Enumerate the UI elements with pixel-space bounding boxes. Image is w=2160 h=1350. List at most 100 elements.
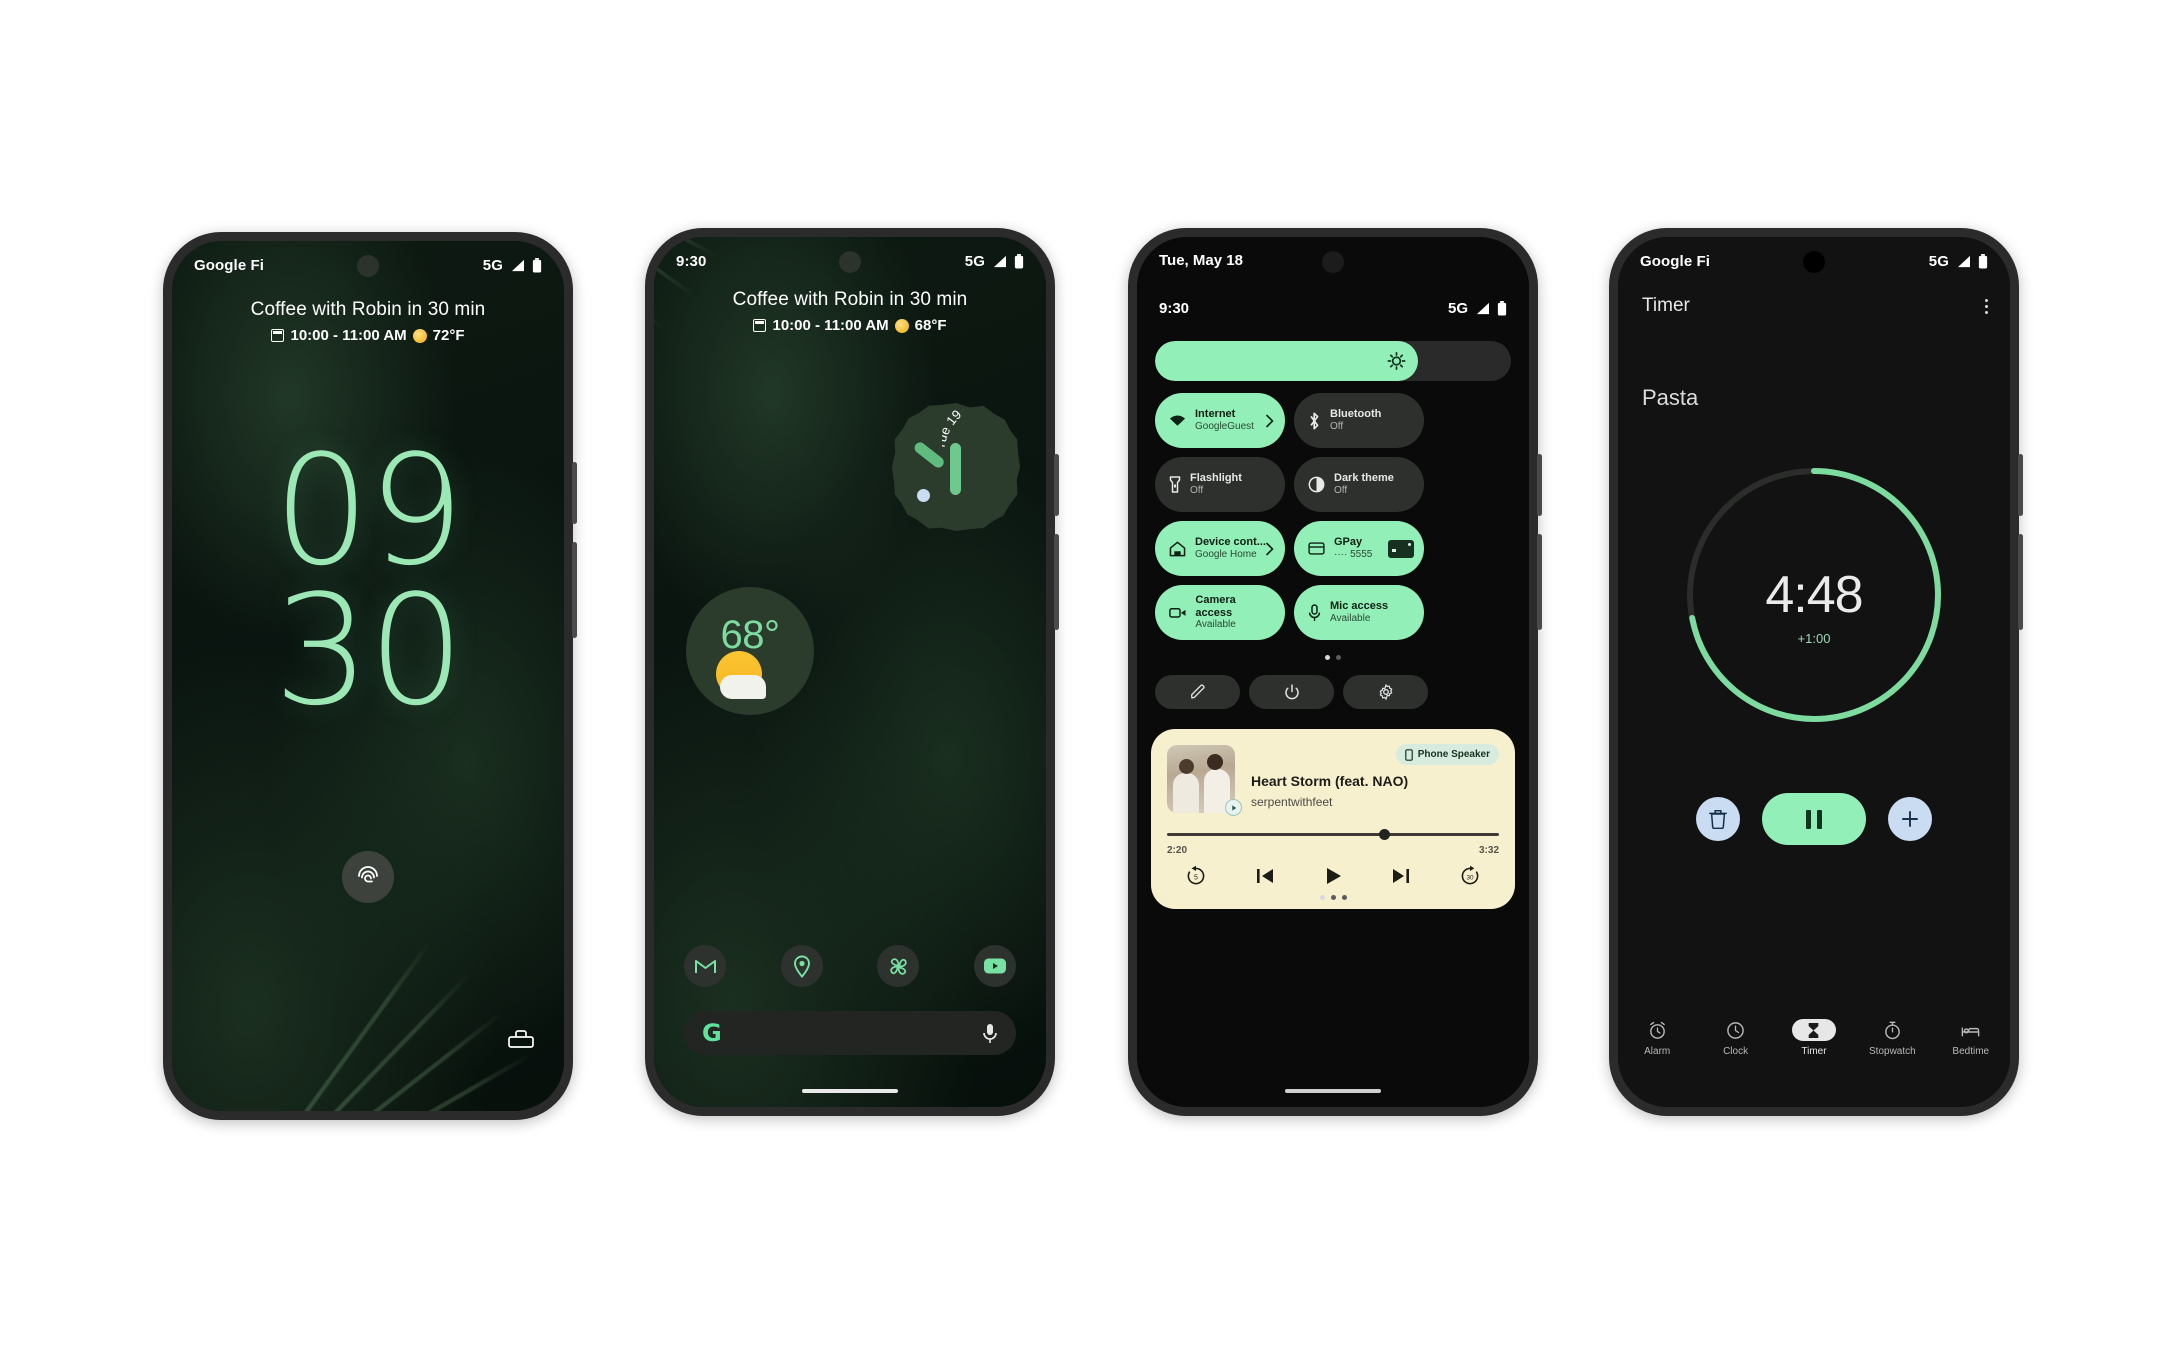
carrier-label-4: Google Fi (1640, 252, 1711, 270)
tile-subtitle: Off (1190, 485, 1204, 497)
quick-settings-tiles: Internet GoogleGuest Bluetooth Off Flash… (1155, 393, 1511, 640)
nav-item-timer[interactable]: Timer (1785, 1019, 1843, 1057)
nav-label: Alarm (1644, 1046, 1671, 1057)
settings-button[interactable] (1343, 675, 1428, 709)
media-seek-knob[interactable] (1379, 829, 1391, 840)
volume-button-hw[interactable] (572, 542, 577, 638)
album-head-left (1179, 759, 1194, 774)
bottom-navigation: Alarm Clock Timer Stopwatch Bedtime (1618, 1019, 2010, 1057)
tile-flashlight[interactable]: Flashlight Off (1155, 457, 1285, 512)
clock-date-label: Tue 19 (942, 407, 964, 451)
chevron-right-icon[interactable] (1266, 542, 1274, 555)
edit-tiles-button[interactable] (1155, 675, 1240, 709)
battery-icon (1978, 253, 1988, 268)
nav-label: Clock (1723, 1046, 1749, 1057)
dock-item-photos[interactable] (877, 945, 920, 987)
clock-widget[interactable]: Tue 19 (892, 403, 1020, 531)
add-minute-button[interactable] (1888, 797, 1932, 841)
media-title: Heart Storm (feat. NAO) (1251, 773, 1409, 789)
power-button-hw-3[interactable] (1537, 454, 1542, 516)
tile-internet[interactable]: Internet GoogleGuest (1155, 393, 1285, 448)
network-label: 5G (482, 256, 503, 274)
dock-item-gmail[interactable] (684, 945, 726, 987)
fingerprint-icon[interactable] (342, 851, 394, 903)
alarm-icon (1649, 1021, 1665, 1039)
volume-button-hw-2[interactable] (1054, 534, 1059, 630)
page-dot[interactable] (1336, 655, 1341, 660)
clock-widget-date: Tue 19 (942, 407, 964, 451)
bluetooth-icon (1310, 412, 1319, 429)
qs-page-indicator[interactable] (1137, 655, 1529, 660)
tile-camera-access[interactable]: Camera access Available (1155, 585, 1285, 640)
tile-dark-theme[interactable]: Dark theme Off (1294, 457, 1424, 512)
dock-item-maps[interactable] (780, 945, 823, 987)
chevron-right-icon[interactable] (1266, 414, 1274, 427)
page-dot[interactable] (1341, 895, 1347, 900)
clock-hours: 09 (273, 422, 464, 599)
clock-icon (1727, 1021, 1744, 1039)
timer-icon-box (1791, 1019, 1836, 1041)
phone-2-screen: 9:30 5G Coffee with Robin in 30 min 10:0… (654, 237, 1046, 1107)
status-icons-4: 5G (1929, 253, 1988, 270)
trash-icon (1709, 810, 1727, 829)
svg-text:5: 5 (1194, 875, 1198, 882)
glance-time-2: 10:00 - 11:00 AM (772, 317, 889, 334)
qs-date-label: Tue, May 18 (1159, 252, 1243, 269)
app-dock (684, 945, 1016, 987)
at-a-glance-1[interactable]: Coffee with Robin in 30 min 10:00 - 11:0… (172, 299, 564, 344)
page-dot[interactable] (1330, 895, 1336, 900)
at-a-glance-2[interactable]: Coffee with Robin in 30 min 10:00 - 11:0… (654, 289, 1046, 334)
power-button[interactable] (1249, 675, 1334, 709)
brightness-slider[interactable] (1155, 341, 1511, 381)
media-seek-bar[interactable] (1167, 829, 1499, 840)
svg-text:30: 30 (1466, 875, 1474, 882)
output-device-label: Phone Speaker (1417, 749, 1490, 760)
nav-item-stopwatch[interactable]: Stopwatch (1863, 1019, 1921, 1057)
page-dot[interactable] (1319, 895, 1325, 900)
navigation-pill-3[interactable] (1285, 1089, 1381, 1093)
dock-item-youtube[interactable] (973, 945, 1016, 987)
google-search-bar[interactable]: G (684, 1011, 1016, 1055)
media-page-indicator[interactable] (1151, 895, 1515, 900)
status-icons-3: 5G (1448, 300, 1507, 317)
tile-title: Device cont... (1195, 536, 1266, 549)
status-time-3: 9:30 (1159, 299, 1190, 317)
forward-30-button[interactable]: 30 (1459, 865, 1481, 887)
navigation-pill[interactable] (802, 1089, 898, 1093)
nav-label: Timer (1801, 1046, 1827, 1057)
replay-5-button[interactable]: 5 (1185, 865, 1207, 887)
timer-label[interactable]: Pasta (1642, 385, 1698, 411)
battery-icon (1014, 253, 1024, 268)
weather-widget[interactable]: 68° (686, 587, 814, 715)
timer-remaining: 4:48 (1765, 566, 1863, 624)
app-play-badge (1225, 799, 1242, 816)
wallet-glyph (508, 1030, 534, 1048)
nav-item-clock[interactable]: Clock (1707, 1019, 1765, 1057)
power-button-hw-4[interactable] (2018, 454, 2023, 516)
page-dot[interactable] (1325, 655, 1330, 660)
microphone-icon[interactable] (982, 1023, 998, 1044)
front-camera-3 (1322, 251, 1344, 273)
kebab-menu-icon[interactable] (1985, 299, 1988, 314)
volume-button-hw-4[interactable] (2018, 534, 2023, 630)
tile-mic-access[interactable]: Mic access Available (1294, 585, 1424, 640)
previous-button[interactable] (1255, 867, 1275, 885)
tile-bluetooth[interactable]: Bluetooth Off (1294, 393, 1424, 448)
tile-gpay[interactable]: GPay ···· 5555 (1294, 521, 1424, 576)
output-device-chip[interactable]: Phone Speaker (1395, 744, 1499, 765)
delete-timer-button[interactable] (1696, 797, 1740, 841)
next-button[interactable] (1391, 867, 1411, 885)
sun-icon (894, 318, 909, 333)
pause-timer-button[interactable] (1762, 793, 1866, 845)
media-player-card[interactable]: Phone Speaker Heart Storm (feat. NAO) se… (1151, 729, 1515, 909)
wallet-icon[interactable] (508, 1028, 534, 1055)
nav-item-bedtime[interactable]: Bedtime (1942, 1019, 2000, 1057)
tile-subtitle: Available (1195, 619, 1236, 631)
play-button[interactable] (1323, 866, 1343, 886)
nav-item-alarm[interactable]: Alarm (1628, 1019, 1686, 1057)
volume-button-hw-3[interactable] (1537, 534, 1542, 630)
tile-device-controls[interactable]: Device cont... Google Home (1155, 521, 1285, 576)
fingerprint-glyph (358, 866, 378, 883)
power-button-hw-2[interactable] (1054, 454, 1059, 516)
power-button-hw[interactable] (572, 462, 577, 524)
